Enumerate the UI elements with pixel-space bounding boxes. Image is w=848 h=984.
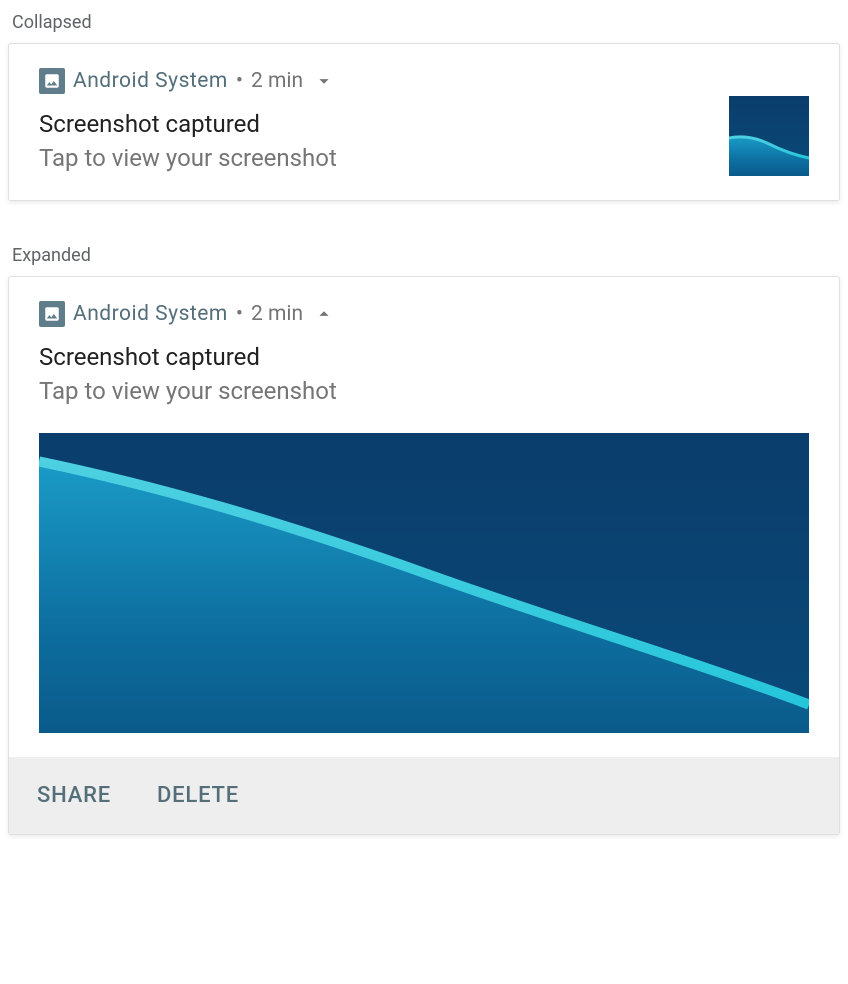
notification-title: Screenshot captured — [39, 110, 709, 138]
action-bar: SHARE DELETE — [9, 757, 839, 834]
notification-subtitle: Tap to view your screenshot — [39, 377, 809, 405]
notification-header: Android System • 2 min — [39, 301, 809, 327]
notification-title: Screenshot captured — [39, 343, 809, 371]
image-icon — [39, 68, 65, 94]
share-button[interactable]: SHARE — [37, 783, 111, 808]
notification-card-collapsed[interactable]: Android System • 2 min Screenshot captur… — [8, 43, 840, 201]
notification-header: Android System • 2 min — [39, 68, 809, 94]
image-icon — [39, 301, 65, 327]
collapsed-section-label: Collapsed — [8, 12, 840, 33]
chevron-up-icon[interactable] — [313, 303, 335, 325]
app-name-label: Android System — [73, 302, 228, 326]
timestamp-label: 2 min — [251, 69, 303, 93]
expanded-section-label: Expanded — [8, 245, 840, 266]
notification-subtitle: Tap to view your screenshot — [39, 144, 709, 172]
chevron-down-icon[interactable] — [313, 70, 335, 92]
screenshot-big-picture — [39, 433, 809, 733]
delete-button[interactable]: DELETE — [157, 783, 239, 808]
app-name-label: Android System — [73, 69, 228, 93]
timestamp-label: 2 min — [251, 302, 303, 326]
separator-dot: • — [236, 302, 243, 326]
separator-dot: • — [236, 69, 243, 93]
screenshot-thumbnail — [729, 96, 809, 176]
notification-card-expanded[interactable]: Android System • 2 min Screenshot captur… — [8, 276, 840, 835]
